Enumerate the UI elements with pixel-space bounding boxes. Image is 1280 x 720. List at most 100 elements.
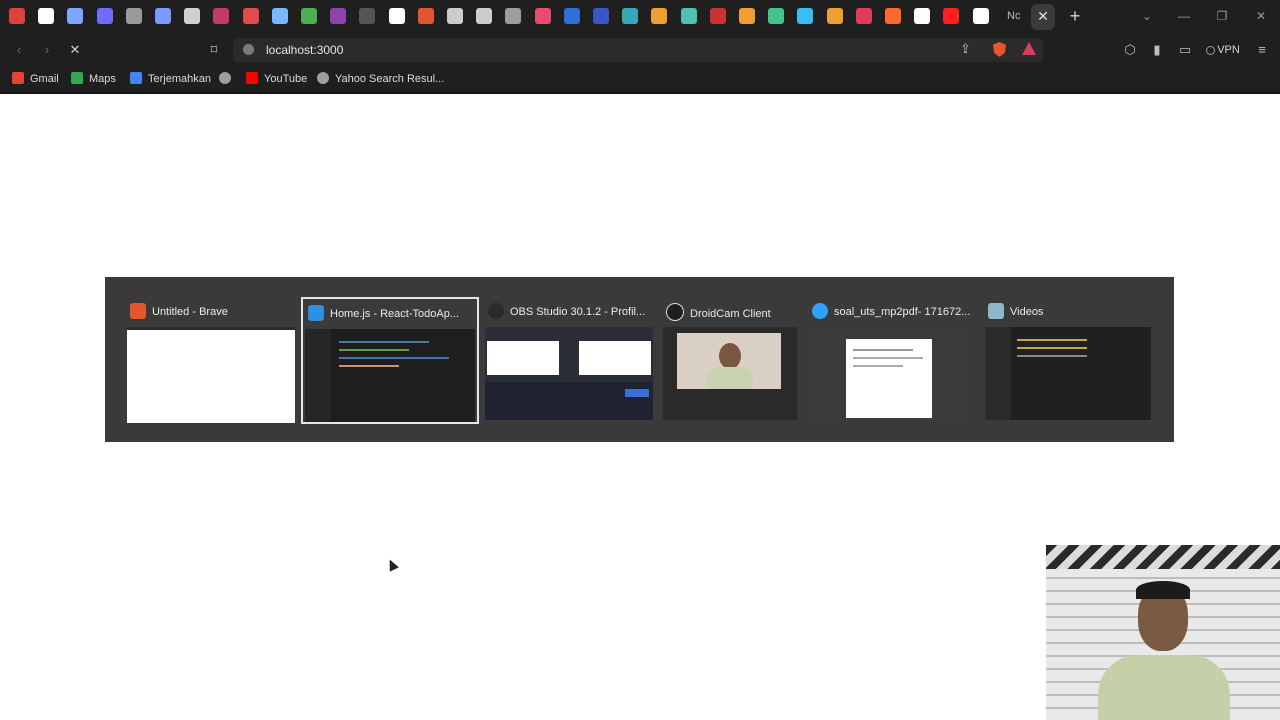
pinned-tab-icon[interactable] [855,8,872,24]
pdf-text-line [853,365,903,367]
vpn-button[interactable]: VPN [1203,39,1243,61]
pinned-tab-icon[interactable] [388,8,405,24]
pinned-tab-icon[interactable] [739,8,755,24]
pinned-tab-icon[interactable] [826,8,843,24]
pinned-tab-icon[interactable] [709,8,726,24]
pinned-tab-icon[interactable] [768,8,785,24]
bookmark-yahoo[interactable]: Yahoo Search Resul... [317,71,444,87]
forward-button[interactable]: › [38,41,56,59]
pinned-tab-icon[interactable] [213,8,230,24]
bookmark-youtube[interactable]: YouTube [246,71,307,87]
pinned-tab-icon[interactable] [622,8,639,24]
pinned-tab-icon[interactable] [125,8,142,24]
thumbnail-code-line [339,365,399,367]
share-icon[interactable]: ⇪ [960,41,971,57]
window-title: Home.js - React-TodoAp... [308,305,459,321]
tab-title[interactable]: Nc [1007,10,1020,22]
bookmark-maps[interactable]: Maps [71,71,116,87]
pinned-tab-icon[interactable] [534,8,551,24]
stop-loading-button[interactable]: ✕ [66,41,84,59]
pinned-tab-icon[interactable] [563,8,580,24]
menu-icon[interactable]: ≡ [1253,41,1271,59]
restore-button[interactable]: ❐ [1213,8,1231,24]
window-title-text: OBS Studio 30.1.2 - Profil... [510,306,646,318]
sidebar-icon[interactable]: ▮ [1148,41,1166,59]
pinned-tab-icon[interactable] [184,8,201,24]
switcher-window-obs[interactable]: OBS Studio 30.1.2 - Profil... [483,297,655,424]
window-title: soal_uts_mp2pdf- 171672... [812,303,970,319]
bookmark-translate[interactable]: Terjemahkan [130,71,211,87]
url-text[interactable]: localhost:3000 [266,43,343,57]
pinned-tab-icon[interactable] [330,8,347,24]
pinned-tab-icon[interactable] [476,8,493,24]
bookmark-icon[interactable]: ⌑ [205,41,223,59]
switcher-window-pdf[interactable]: soal_uts_mp2pdf- 171672... [807,297,973,424]
new-tab-button[interactable]: + [1066,6,1084,26]
pinned-tab-icon[interactable] [651,8,668,24]
site-info-icon[interactable] [243,44,254,55]
pinned-tab-icon[interactable] [38,8,55,24]
pinned-tab-icon[interactable] [67,8,84,24]
pinned-tab-icon[interactable] [593,8,609,24]
pinned-tab-icon[interactable] [797,8,814,24]
switcher-window-videos[interactable]: Videos [983,297,1153,424]
obs-preview [487,341,559,375]
thumbnail-sidebar [305,329,331,422]
pdf-text-line [853,349,913,351]
window-switcher: Untitled - Brave Home.js - React-TodoAp.… [105,277,1174,442]
pinned-tab-icon[interactable] [505,8,522,24]
pinned-tab-icon[interactable] [943,8,960,24]
pinned-tab-icon[interactable] [242,8,259,24]
window-title-text: Untitled - Brave [152,306,228,318]
switcher-window-droidcam[interactable]: DroidCam Client [661,297,799,424]
pinned-tab-icon[interactable] [972,8,989,24]
tab-close-icon[interactable]: ✕ [1037,8,1049,24]
pinned-tab-icon[interactable] [96,8,113,24]
brave-shields-icon[interactable] [993,42,1006,57]
mouse-cursor [385,557,399,572]
pinned-tab-icon[interactable] [680,8,697,24]
bookmark-label: Maps [89,73,116,85]
tab-search-icon[interactable]: ⌄ [1138,8,1156,24]
switcher-window-vscode[interactable]: Home.js - React-TodoAp... [301,297,479,424]
pinned-tab-icon[interactable] [914,8,931,24]
pinned-tab-icon[interactable] [359,8,376,24]
globe-icon [317,72,329,84]
bookmark-label: YouTube [264,73,308,85]
webcam-ceiling [1046,545,1280,569]
person-hair [1136,581,1190,599]
pinned-tab-icon[interactable] [301,8,317,24]
bookmarks-bar: Gmail Maps Terjemahkan YouTube Yahoo Sea… [0,66,1280,94]
back-button[interactable]: ‹ [10,41,28,59]
address-bar[interactable]: localhost:3000 ⇪ [233,38,1043,62]
pinned-tab-icon[interactable] [271,8,288,24]
youtube-icon [246,72,258,84]
bookmark-gmail[interactable]: Gmail [12,71,59,87]
wallet-icon[interactable]: ▭ [1176,41,1194,59]
window-title: Videos [988,303,1043,319]
brave-rewards-icon[interactable] [1022,42,1036,55]
window-thumbnail [985,327,1151,420]
brave-icon [130,303,146,319]
webcam-overlay [1046,545,1280,720]
close-window-button[interactable]: ✕ [1252,8,1270,24]
window-title: Untitled - Brave [130,303,228,319]
folder-icon [988,303,1004,319]
bookmark-globe[interactable] [219,71,237,87]
window-title: OBS Studio 30.1.2 - Profil... [488,303,645,319]
pinned-tab-icon[interactable] [9,8,25,24]
thumbnail-code-line [339,349,409,351]
vscode-icon [308,305,324,321]
maps-icon [71,72,83,84]
bookmark-label: Gmail [30,73,59,85]
window-thumbnail [127,327,295,423]
pinned-tab-icon[interactable] [417,8,434,24]
explorer-nav [985,327,1011,420]
switcher-window-brave[interactable]: Untitled - Brave [125,297,297,424]
pinned-tab-icon[interactable] [447,8,463,24]
minimize-button[interactable]: — [1175,8,1193,24]
pinned-tab-icon[interactable] [155,8,171,24]
window-thumbnail [663,327,797,420]
pinned-tab-icon[interactable] [885,8,901,24]
extensions-icon[interactable]: ⬡ [1121,41,1139,59]
